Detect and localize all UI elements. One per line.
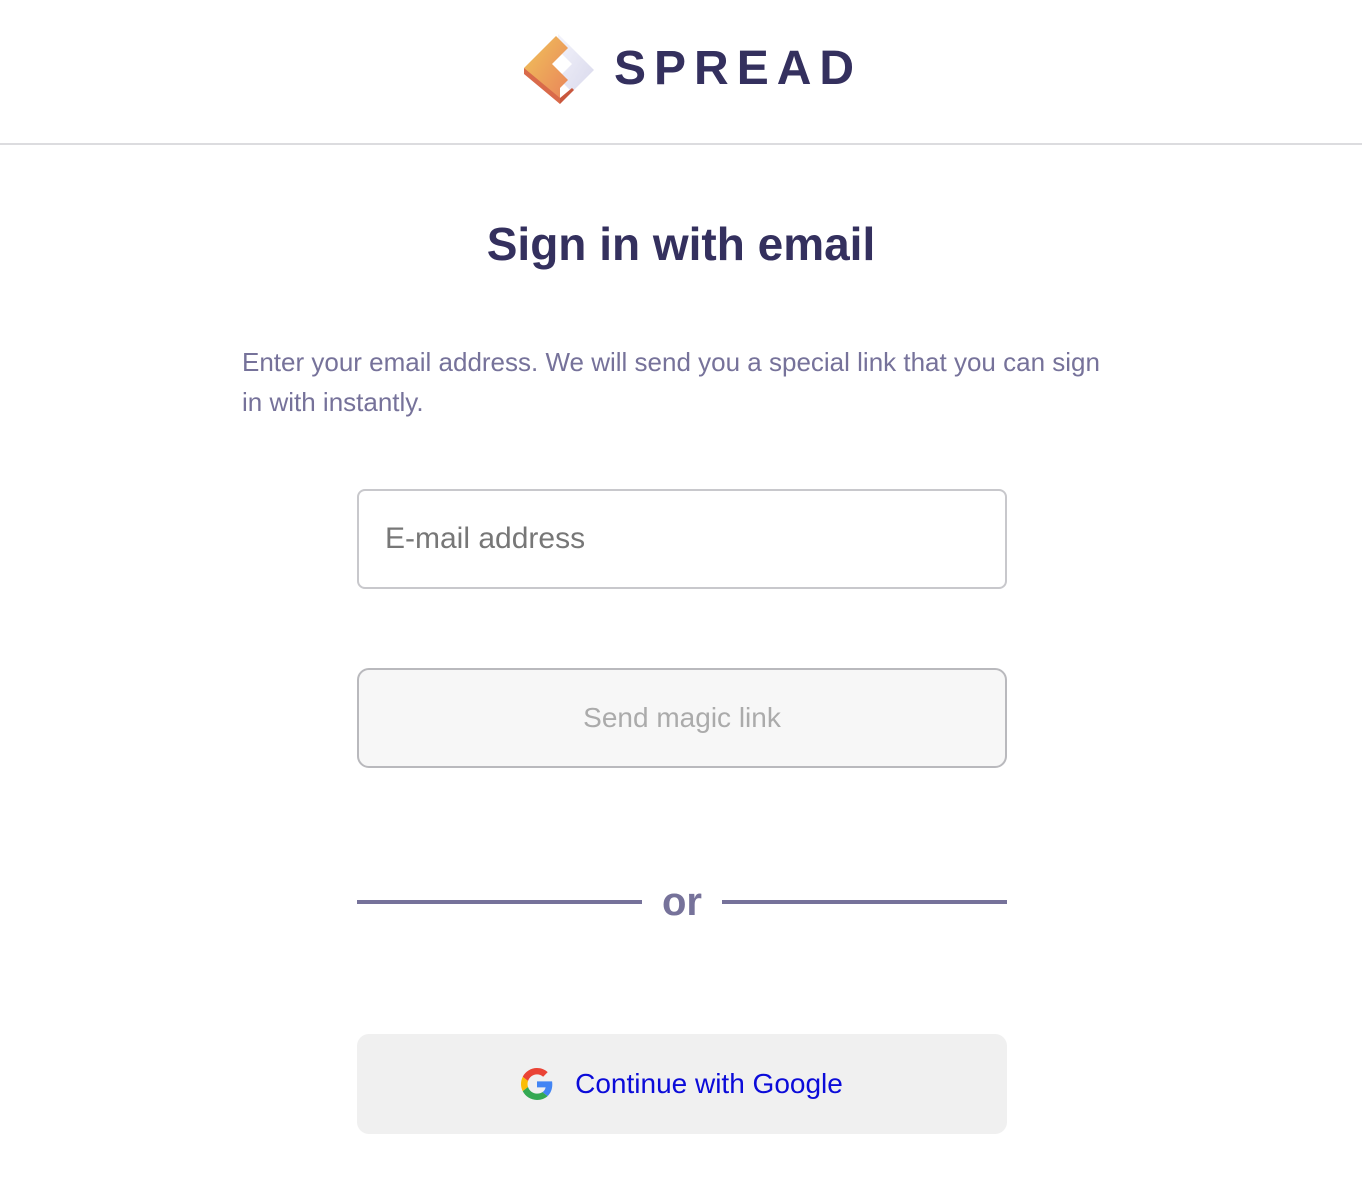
spread-logo-icon <box>524 34 594 104</box>
divider-line-left <box>357 900 642 904</box>
continue-with-google-button[interactable]: Continue with Google <box>357 1034 1007 1134</box>
google-button-label: Continue with Google <box>575 1068 843 1099</box>
top-header: SPREAD <box>0 0 1362 145</box>
send-magic-link-button[interactable]: Send magic link <box>357 668 1007 768</box>
google-icon <box>521 1068 553 1100</box>
divider-line-right <box>722 900 1007 904</box>
brand-logo[interactable]: SPREAD <box>520 32 862 106</box>
divider-text: or <box>662 880 702 924</box>
email-field[interactable] <box>357 489 1007 589</box>
brand-name: SPREAD <box>614 42 863 95</box>
page-title: Sign in with email <box>486 218 876 270</box>
or-divider: or <box>357 872 1007 932</box>
sign-in-description: Enter your email address. We will send y… <box>242 347 1100 417</box>
